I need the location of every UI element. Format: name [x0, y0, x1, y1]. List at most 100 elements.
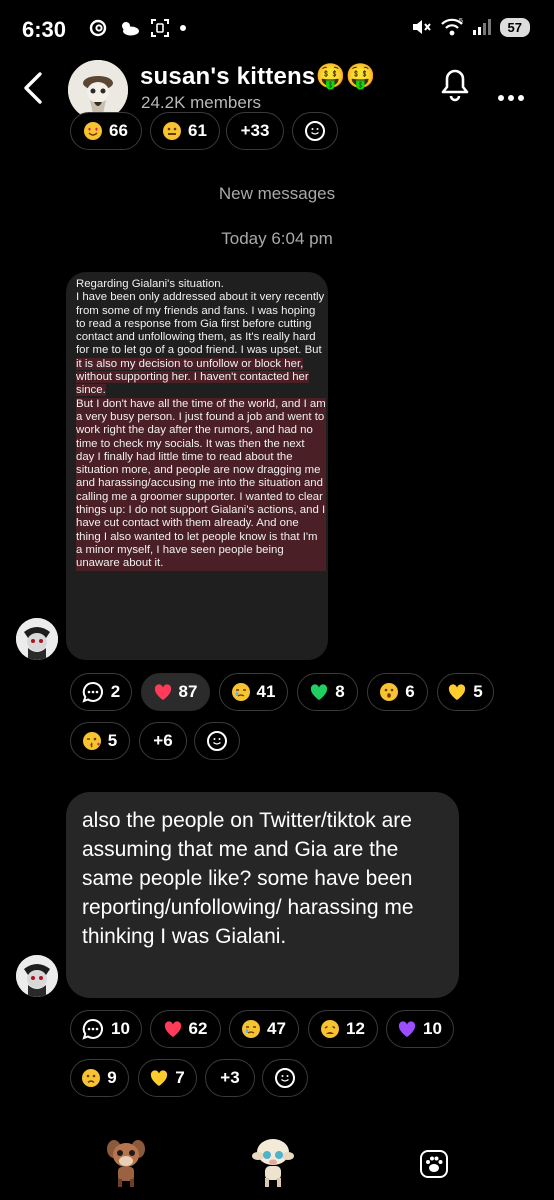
reaction-count: 10: [111, 1019, 130, 1038]
reply-count-chip[interactable]: 2: [70, 673, 132, 711]
reaction-chip-more[interactable]: +3: [205, 1059, 255, 1097]
heart-eyes-emoji-icon: [84, 122, 103, 140]
sender-avatar[interactable]: [16, 955, 58, 997]
image-text-highlight: it is also my decision to unfollow or bl…: [76, 357, 309, 397]
status-left-icons: [88, 18, 186, 38]
notification-dot-icon: [180, 25, 186, 31]
purple-heart-icon: [398, 1020, 416, 1037]
battery-indicator: 57: [499, 17, 530, 37]
red-heart-icon: [164, 1020, 181, 1037]
group-avatar[interactable]: [68, 60, 128, 120]
image-text-highlight-paragraph: But I don't have all the time of the wor…: [76, 397, 326, 571]
kiss-face-emoji-icon: [82, 732, 101, 750]
status-time: 6:30: [22, 17, 67, 42]
add-reaction-icon: [305, 121, 325, 141]
reaction-count: 87: [178, 682, 198, 701]
deer-figure-icon: [107, 1140, 145, 1187]
frown-face-emoji-icon: [82, 1069, 101, 1087]
reaction-chip-heart-eyes[interactable]: 66: [70, 112, 142, 150]
reaction-chip-hushed[interactable]: 6: [367, 673, 428, 711]
tear-face-emoji-icon: [242, 1020, 261, 1038]
paw-icon: [420, 1150, 448, 1178]
reaction-chip-kiss[interactable]: 5: [70, 722, 130, 760]
new-messages-divider: New messages: [218, 184, 336, 203]
sticker-deer-figure[interactable]: [104, 1135, 148, 1192]
reaction-chip-green-heart[interactable]: 8: [297, 673, 358, 711]
group-title[interactable]: susan's kittens🤑🤑: [140, 62, 376, 91]
avatar-image: [16, 955, 58, 997]
reaction-count: 66: [109, 121, 128, 140]
status-right-icons: 5 57: [410, 17, 530, 37]
reaction-more-count: +6: [153, 731, 173, 750]
reaction-count: 10: [423, 1019, 442, 1038]
grimace-emoji-icon: [163, 122, 182, 140]
green-heart-icon: [311, 683, 328, 700]
reaction-chip-grimace[interactable]: 61: [150, 112, 220, 150]
add-reaction-button[interactable]: [292, 112, 338, 150]
threads-icon: [89, 19, 107, 37]
image-text-paragraph: I have been only addressed about it very…: [76, 291, 326, 397]
member-count: 24.2K members: [141, 93, 261, 112]
lamb-figure-icon: [252, 1139, 294, 1187]
reaction-chip-frown[interactable]: 9: [70, 1059, 129, 1097]
yellow-heart-icon: [449, 683, 466, 700]
tear-face-emoji-icon: [231, 683, 250, 701]
reaction-count: 5: [107, 731, 118, 750]
sender-avatar[interactable]: [16, 618, 58, 660]
reaction-chip-more[interactable]: +33: [226, 112, 284, 150]
reaction-chip-heart[interactable]: 62: [150, 1010, 221, 1048]
reaction-count: 7: [175, 1068, 185, 1087]
reaction-chip-yellow-heart[interactable]: 5: [437, 673, 494, 711]
reaction-chip-tear[interactable]: 41: [219, 673, 288, 711]
reaction-count: 5: [473, 682, 483, 701]
reaction-chip-tear[interactable]: 47: [229, 1010, 299, 1048]
text-message[interactable]: also the people on Twitter/tiktok are as…: [66, 792, 459, 998]
reply-count-chip[interactable]: 10: [70, 1010, 142, 1048]
red-heart-icon: [154, 683, 171, 700]
reply-bubble-icon: [82, 1018, 103, 1040]
network-badge: 5: [459, 18, 463, 25]
weary-face-emoji-icon: [321, 1020, 340, 1038]
reaction-chip-more[interactable]: +6: [139, 722, 187, 760]
wifi-icon: 5: [440, 18, 463, 36]
status-bar: 6:30 5 57: [0, 0, 554, 60]
screenshot-icon: [151, 19, 169, 37]
reaction-count: 9: [107, 1068, 117, 1087]
image-text-span: I have been only addressed about it very…: [76, 291, 325, 357]
more-icon[interactable]: [497, 82, 525, 108]
reaction-more-count: +33: [240, 121, 270, 140]
reaction-count: 61: [188, 121, 207, 140]
image-message-text: Regarding Gialani's situation. I have be…: [76, 278, 326, 571]
hushed-face-emoji-icon: [380, 683, 399, 701]
message-timestamp: Today 6:04 pm: [221, 229, 333, 248]
add-reaction-icon: [207, 731, 227, 751]
reply-bubble-icon: [82, 681, 103, 703]
back-icon[interactable]: [20, 70, 48, 106]
image-text-paragraph: Regarding Gialani's situation.: [76, 278, 224, 290]
image-message[interactable]: Regarding Gialani's situation. I have be…: [66, 272, 328, 660]
reaction-chip-weary[interactable]: 12: [308, 1010, 378, 1048]
reaction-count: 2: [110, 682, 121, 701]
reaction-count: 12: [346, 1019, 365, 1038]
reaction-chip-heart[interactable]: 87: [141, 673, 210, 711]
cat-figure-image: [68, 60, 128, 120]
sticker-lamb-figure[interactable]: [250, 1136, 296, 1193]
add-reaction-button[interactable]: [262, 1059, 308, 1097]
reaction-more-count: +3: [220, 1068, 240, 1087]
add-reaction-icon: [275, 1068, 295, 1088]
reaction-count: 8: [335, 682, 345, 701]
yellow-heart-icon: [151, 1069, 168, 1086]
add-reaction-button[interactable]: [194, 722, 240, 760]
signal-icon: [472, 19, 491, 35]
avatar-image: [16, 618, 58, 660]
reaction-count: 47: [267, 1019, 286, 1038]
reaction-count: 62: [188, 1019, 208, 1038]
weather-icon: [122, 22, 139, 36]
reaction-chip-yellow-heart[interactable]: 7: [138, 1059, 197, 1097]
reaction-count: 41: [256, 682, 276, 701]
reaction-chip-purple-heart[interactable]: 10: [386, 1010, 454, 1048]
reaction-count: 6: [405, 682, 415, 701]
bell-icon[interactable]: [440, 68, 470, 102]
mute-icon: [412, 20, 431, 34]
paw-button[interactable]: [420, 1150, 448, 1183]
